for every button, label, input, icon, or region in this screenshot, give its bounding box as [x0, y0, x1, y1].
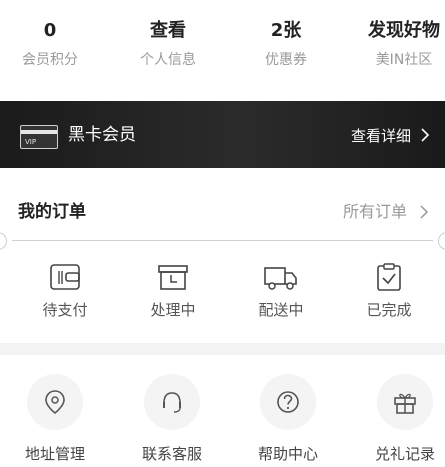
orders-divider — [12, 240, 433, 241]
clipboard-check-icon — [377, 263, 401, 291]
wallet-icon — [50, 264, 80, 290]
service-label: 地址管理 — [24, 445, 85, 463]
service-help-center[interactable]: 帮助中心 — [238, 374, 338, 464]
package-clock-icon — [158, 265, 188, 290]
chevron-right-icon[interactable] — [415, 202, 433, 222]
headset-icon — [163, 392, 181, 413]
services-row: 地址管理 联系客服 帮助中心 兑礼记录 — [0, 370, 445, 467]
order-status-label: 处理中 — [150, 301, 196, 319]
service-icon-circle — [27, 374, 83, 430]
truck-icon — [264, 267, 297, 290]
service-label: 帮助中心 — [257, 445, 318, 463]
vip-card-icon: VIP — [20, 125, 58, 149]
order-status-processing[interactable]: 处理中 — [128, 262, 218, 320]
help-icon — [277, 391, 299, 413]
order-status-completed[interactable]: 已完成 — [344, 262, 434, 320]
service-address[interactable]: 地址管理 — [5, 374, 105, 464]
section-separator — [0, 343, 445, 355]
service-icon-circle — [260, 374, 316, 430]
stat-label: 优惠券 — [265, 52, 307, 68]
stat-value: 发现好物 — [368, 20, 440, 41]
service-gift-records[interactable]: 兑礼记录 — [355, 374, 445, 464]
gift-box-icon — [394, 393, 416, 414]
order-status-label: 已完成 — [366, 301, 412, 319]
order-status-label: 待支付 — [42, 301, 88, 319]
stat-value: 2张 — [270, 20, 302, 41]
stats-row: 0 会员积分 查看 个人信息 2张 优惠券 发现好物 美IN社区 — [0, 0, 445, 100]
order-status-label: 配送中 — [258, 301, 304, 319]
order-status-row: 待支付 处理中 配送中 已完成 — [0, 262, 445, 332]
chevron-right-icon — [421, 128, 430, 142]
black-card-banner[interactable]: VIP 黑卡会员 查看详细 — [0, 101, 445, 168]
orders-header: 我的订单 所有订单 — [0, 178, 445, 242]
stat-community[interactable]: 发现好物 美IN社区 — [354, 18, 445, 70]
all-orders-link[interactable]: 所有订单 — [343, 201, 407, 223]
service-icon-circle — [377, 374, 433, 430]
stat-label: 会员积分 — [22, 52, 78, 68]
service-label: 联系客服 — [141, 445, 202, 463]
orders-title: 我的订单 — [18, 202, 86, 222]
banner-details-link[interactable]: 查看详细 — [351, 126, 411, 146]
banner-title: 黑卡会员 — [68, 125, 136, 145]
service-customer-support[interactable]: 联系客服 — [122, 374, 222, 464]
stat-coupons[interactable]: 2张 优惠券 — [236, 18, 336, 70]
stat-label: 个人信息 — [140, 52, 196, 68]
stat-profile[interactable]: 查看 个人信息 — [118, 18, 218, 70]
order-status-shipping[interactable]: 配送中 — [236, 262, 326, 320]
stat-points[interactable]: 0 会员积分 — [0, 18, 100, 70]
vip-card-text: VIP — [25, 138, 37, 146]
stat-label: 美IN社区 — [375, 52, 433, 68]
stat-value: 0 — [43, 20, 57, 41]
order-status-pending-payment[interactable]: 待支付 — [20, 262, 110, 320]
ticket-notch-right — [438, 232, 445, 250]
service-icon-circle — [144, 374, 200, 430]
location-pin-icon — [45, 390, 65, 415]
stat-value: 查看 — [150, 20, 186, 41]
service-label: 兑礼记录 — [374, 445, 435, 463]
